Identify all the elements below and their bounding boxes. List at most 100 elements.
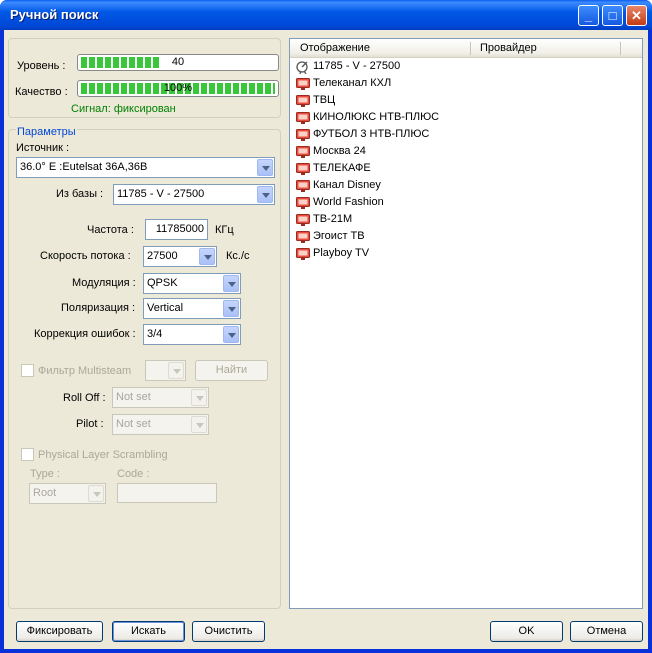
column-provider[interactable]: Провайдер — [480, 42, 537, 54]
multistream-label: Фильтр Multisteam — [38, 365, 132, 377]
list-item-label: Канал Disney — [313, 179, 381, 191]
pls-checkbox[interactable] — [21, 448, 34, 461]
polarization-label: Поляризация : — [61, 302, 136, 314]
tv-icon — [296, 163, 310, 175]
code-label: Code : — [117, 468, 150, 480]
minimize-button[interactable]: _ — [578, 5, 599, 26]
polarization-select[interactable]: Vertical — [143, 298, 241, 319]
channel-list[interactable]: Отображение Провайдер 11785 - V - 27500 Т… — [289, 38, 643, 609]
source-label: Источник : — [16, 142, 70, 154]
fix-button[interactable]: Фиксировать — [16, 621, 103, 642]
list-header: Отображение Провайдер — [290, 39, 642, 58]
chevron-down-icon[interactable] — [199, 248, 215, 265]
search-button[interactable]: Искать — [112, 621, 185, 642]
modulation-label: Модуляция : — [72, 277, 136, 289]
column-display[interactable]: Отображение — [300, 42, 370, 54]
signal-status: Сигнал: фиксирован — [71, 103, 176, 115]
chevron-down-icon[interactable] — [257, 159, 273, 176]
list-item-label: Эгоист ТВ — [313, 230, 365, 242]
freq-unit: КГц — [215, 224, 234, 236]
chevron-down-icon[interactable] — [223, 300, 239, 317]
title-bar[interactable]: Ручной поиск _ □ ✕ — [0, 0, 652, 30]
window-title: Ручной поиск — [10, 7, 99, 22]
multistream-select[interactable] — [145, 360, 186, 381]
source-value: 36.0° E :Eutelsat 36A,36B — [20, 161, 148, 173]
chevron-down-icon[interactable] — [168, 362, 184, 379]
pls-label: Physical Layer Scrambling — [38, 449, 168, 461]
tv-icon — [296, 231, 310, 243]
tv-icon — [296, 197, 310, 209]
pilot-select[interactable]: Not set — [112, 414, 209, 435]
frequency-value: 11785000 — [155, 223, 204, 235]
dialog-client: Уровень : 40 Качество : 100% Сигнал: фик… — [4, 30, 648, 649]
tv-icon — [296, 112, 310, 124]
list-item-label: КИНОЛЮКС НТВ-ПЛЮС — [313, 111, 440, 123]
tv-icon — [296, 248, 310, 260]
level-label: Уровень : — [17, 60, 66, 72]
quality-label: Качество : — [15, 86, 68, 98]
rate-label: Скорость потока : — [40, 250, 131, 262]
quality-value: 100% — [163, 82, 193, 94]
modulation-select[interactable]: QPSK — [143, 273, 241, 294]
type-value: Root — [33, 487, 57, 499]
chevron-down-icon[interactable] — [257, 186, 273, 203]
signal-panel: Уровень : 40 Качество : 100% Сигнал: фик… — [8, 38, 281, 118]
pilot-label: Pilot : — [76, 418, 104, 430]
from-db-value: 11785 - V - 27500 — [117, 188, 205, 200]
params-group-title: Параметры — [16, 126, 77, 138]
find-button[interactable]: Найти — [195, 360, 268, 381]
chevron-down-icon[interactable] — [223, 275, 239, 292]
tv-icon — [296, 78, 310, 90]
level-value: 40 — [171, 56, 185, 68]
code-input[interactable] — [117, 483, 217, 503]
rolloff-select[interactable]: Not set — [112, 387, 209, 408]
maximize-icon: □ — [608, 8, 617, 23]
tv-icon — [296, 214, 310, 226]
close-button[interactable]: ✕ — [626, 5, 647, 26]
satellite-icon — [296, 61, 310, 75]
from-db-label: Из базы : — [56, 188, 104, 200]
manual-search-window: Ручной поиск _ □ ✕ Уровень : 40 Качество… — [0, 0, 652, 653]
tv-icon — [296, 129, 310, 141]
list-item-label: ТВЦ — [313, 94, 336, 106]
list-item-label: Москва 24 — [313, 145, 366, 157]
tv-icon — [296, 95, 310, 107]
close-icon: ✕ — [631, 8, 642, 23]
type-label: Type : — [30, 468, 60, 480]
from-db-select[interactable]: 11785 - V - 27500 — [113, 184, 275, 205]
cancel-button[interactable]: Отмена — [570, 621, 643, 642]
ok-button[interactable]: OK — [490, 621, 563, 642]
rate-select[interactable]: 27500 — [143, 246, 217, 267]
level-progress: 40 — [77, 54, 279, 71]
rate-value: 27500 — [147, 250, 178, 262]
chevron-down-icon[interactable] — [223, 326, 239, 343]
freq-label: Частота : — [87, 224, 134, 236]
minimize-icon: _ — [584, 8, 593, 23]
tv-icon — [296, 180, 310, 192]
pilot-value: Not set — [116, 418, 151, 430]
list-item-label: ТЕЛЕКАФЕ — [313, 162, 371, 174]
source-select[interactable]: 36.0° E :Eutelsat 36A,36B — [16, 157, 275, 178]
clear-button[interactable]: Очистить — [192, 621, 265, 642]
tv-icon — [296, 146, 310, 158]
multistream-checkbox[interactable] — [21, 364, 34, 377]
column-divider[interactable] — [470, 42, 471, 55]
maximize-button[interactable]: □ — [602, 5, 623, 26]
fec-select[interactable]: 3/4 — [143, 324, 241, 345]
chevron-down-icon[interactable] — [191, 416, 207, 433]
type-select[interactable]: Root — [29, 483, 106, 504]
modulation-value: QPSK — [147, 277, 178, 289]
list-item-label: Телеканал КХЛ — [313, 77, 392, 89]
list-item-label: World Fashion — [313, 196, 384, 208]
column-divider[interactable] — [620, 42, 621, 55]
list-item-label: 11785 - V - 27500 — [313, 60, 401, 72]
chevron-down-icon[interactable] — [191, 389, 207, 406]
quality-progress: 100% — [77, 80, 279, 97]
chevron-down-icon[interactable] — [88, 485, 104, 502]
list-item-label: ТВ-21М — [313, 213, 353, 225]
rolloff-label: Roll Off : — [63, 392, 106, 404]
rolloff-value: Not set — [116, 391, 151, 403]
frequency-input[interactable]: 11785000 — [145, 219, 208, 240]
fec-value: 3/4 — [147, 328, 163, 340]
rate-unit: Кс./с — [226, 250, 250, 262]
